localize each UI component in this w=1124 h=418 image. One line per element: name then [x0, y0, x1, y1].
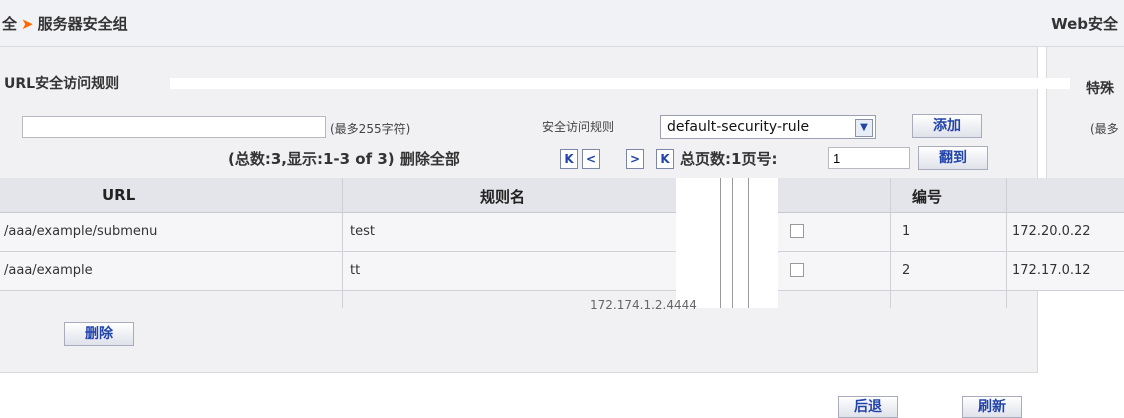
row-number: 1 — [902, 224, 911, 239]
security-rule-label: 安全访问规则 — [542, 120, 615, 134]
next-page-button[interactable]: > — [626, 149, 644, 169]
page-no-label: 页号: — [741, 150, 778, 168]
breadcrumb-current[interactable]: 服务器安全组 — [38, 15, 128, 33]
row-url: /aaa/example — [4, 263, 93, 278]
header-rule-name: 规则名 — [480, 188, 526, 206]
row-rule: test — [350, 224, 375, 239]
url-length-hint: (最多255字符) — [330, 122, 411, 136]
row-rule: tt — [350, 263, 361, 278]
last-page-button[interactable]: K — [656, 149, 674, 169]
row-number: 2 — [902, 263, 911, 278]
table-row[interactable]: /aaa/example/submenu test 1 172.20.0.22 — [0, 213, 1124, 252]
glitch-row: 172.174.1.2.4444 — [0, 298, 1124, 312]
goto-page-button[interactable]: 翻到 — [918, 146, 988, 170]
pager-summary: (总数:3,显示:1-3 of 3) 删除全部 — [228, 148, 460, 169]
side-panel — [1046, 46, 1124, 188]
row-checkbox[interactable] — [790, 263, 804, 277]
back-button[interactable]: 后退 — [838, 396, 898, 418]
page-number-input[interactable] — [828, 147, 910, 169]
prev-page-button[interactable]: < — [582, 149, 600, 169]
top-bar: 全 ➤ 服务器安全组 Web安全 — [0, 0, 1124, 47]
side-label: 特殊 — [1086, 81, 1114, 97]
breadcrumb-prefix: 全 — [2, 15, 18, 33]
url-input[interactable] — [22, 116, 326, 138]
security-rule-select[interactable]: default-security-rule ▼ — [660, 115, 876, 139]
delete-button[interactable]: 删除 — [64, 322, 134, 346]
header-number: 编号 — [912, 188, 943, 206]
first-page-button[interactable]: K — [560, 149, 578, 169]
row-ip: 172.20.0.22 — [1012, 224, 1091, 239]
row-checkbox[interactable] — [790, 224, 804, 238]
table-header: URL 规则名 编号 — [0, 178, 1124, 213]
render-gap — [676, 178, 778, 308]
delete-all-link[interactable]: 删除全部 — [400, 150, 460, 168]
breadcrumb: 全 ➤ 服务器安全组 — [2, 13, 128, 34]
column-divider — [890, 178, 891, 308]
pager-summary-text: (总数:3,显示:1-3 of 3) — [228, 150, 395, 168]
total-pages: 总页数:1页号: — [680, 148, 777, 169]
column-divider — [342, 178, 343, 308]
render-artifact — [748, 178, 749, 308]
row-url: /aaa/example/submenu — [4, 224, 158, 239]
total-pages-text: 总页数:1 — [680, 150, 742, 168]
side-hint: (最多 — [1090, 122, 1119, 136]
add-button[interactable]: 添加 — [912, 114, 982, 138]
chevron-down-icon[interactable]: ▼ — [855, 119, 873, 137]
table-row[interactable]: /aaa/example tt 2 172.17.0.12 — [0, 252, 1124, 291]
title-band — [170, 78, 1070, 89]
section-title: URL安全访问规则 — [4, 76, 120, 92]
web-security-title: Web安全 — [1051, 15, 1118, 33]
refresh-button[interactable]: 刷新 — [962, 396, 1022, 418]
render-artifact — [732, 178, 733, 308]
header-url: URL — [102, 186, 136, 204]
security-rule-select-value: default-security-rule — [667, 119, 810, 135]
render-artifact — [720, 178, 721, 308]
column-divider — [1006, 178, 1007, 308]
row-ip: 172.17.0.12 — [1012, 263, 1091, 278]
breadcrumb-arrow-icon: ➤ — [21, 15, 34, 33]
glitch-text: 172.174.1.2.4444 — [590, 298, 697, 312]
